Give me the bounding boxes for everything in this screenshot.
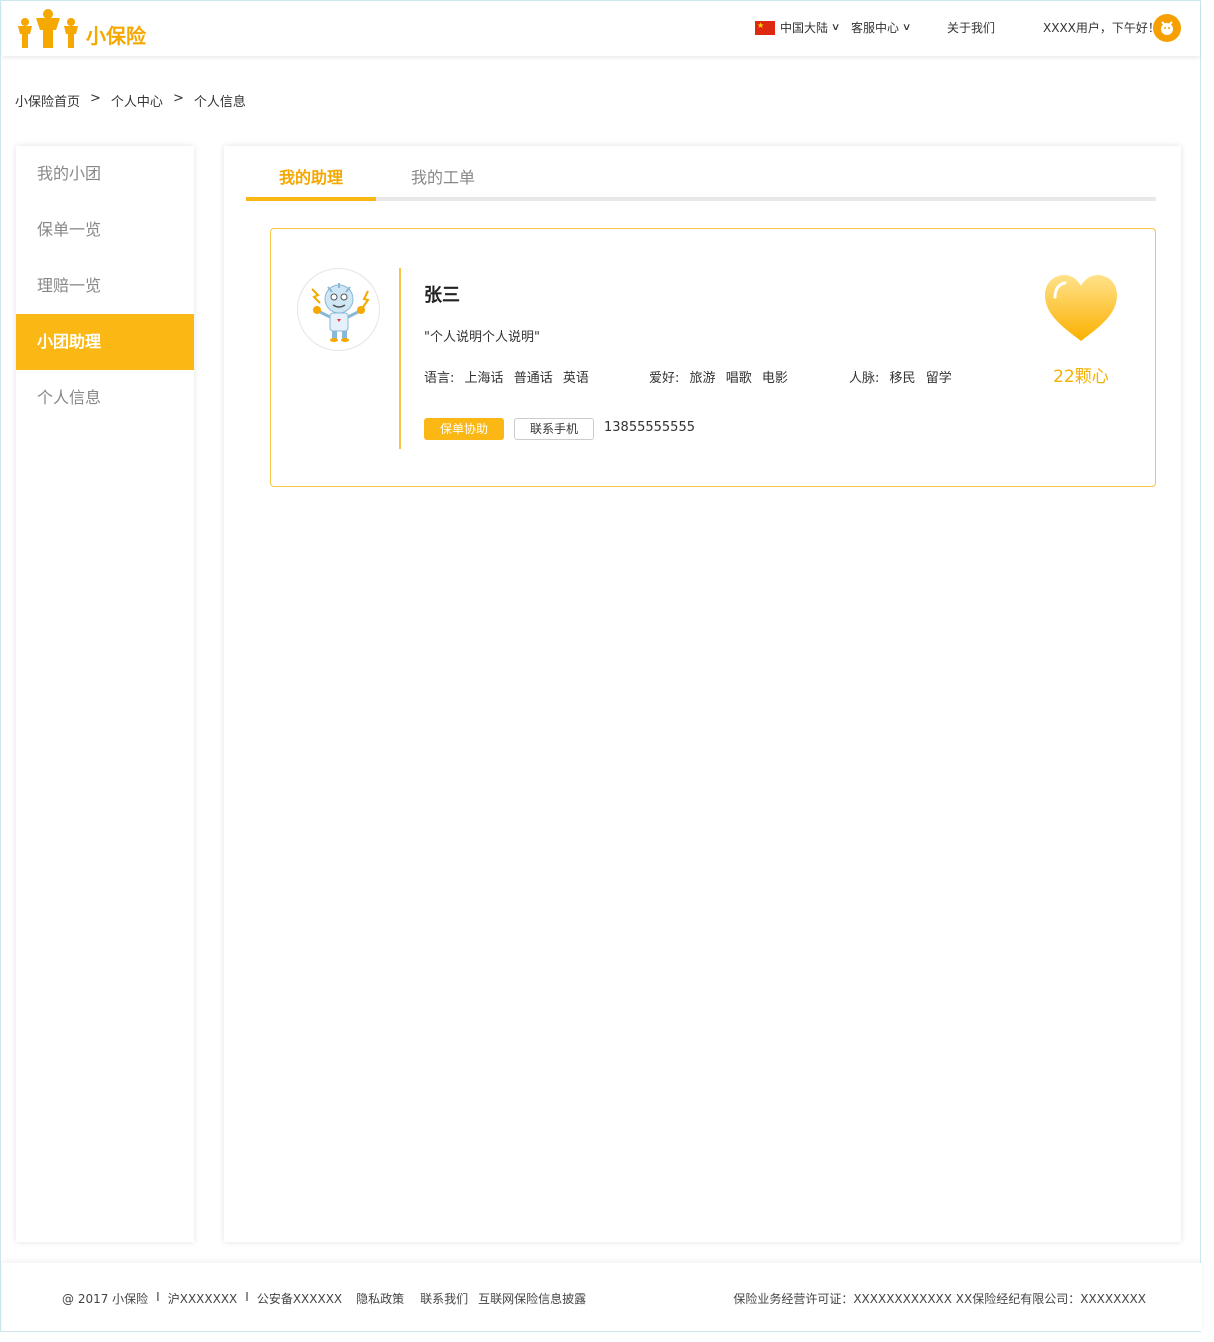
hobbies-row: 爱好: 旅游 唱歌 电影 — [649, 367, 794, 386]
logo[interactable]: 小保险 — [16, 8, 146, 52]
service-center-label: 客服中心 — [851, 21, 900, 35]
sidebar: 我的小团 保单一览 理赔一览 小团助理 个人信息 — [16, 146, 194, 1242]
divider — [399, 268, 401, 449]
phone-number: 13855555555 — [604, 420, 695, 435]
languages-label: 语言: — [424, 371, 455, 386]
assistant-card: 张三 "个人说明个人说明" 语言: 上海话 普通话 英语 爱好: 旅游 唱歌 电… — [270, 228, 1156, 487]
network-tag: 移民 — [889, 371, 916, 386]
language-tag: 上海话 — [464, 371, 504, 386]
main-panel: 我的助理 我的工单 张三 "个人说明个人说明" 语言: 上海话 普通话 英语 爱… — [224, 146, 1181, 1242]
page-frame: 小保险 中国大陆 ∨ 客服中心 ∨ 关于我们 XXXX用户，下午好！ 小保险首页… — [0, 0, 1202, 1332]
assistant-description: "个人说明个人说明" — [424, 330, 540, 345]
brand-name: 小保险 — [86, 23, 146, 48]
sidebar-item-claims[interactable]: 理赔一览 — [16, 258, 194, 314]
about-us-link[interactable]: 关于我们 — [947, 19, 995, 36]
assistant-name: 张三 — [424, 285, 460, 306]
robot-avatar-icon — [311, 283, 370, 342]
region-selector[interactable]: 中国大陆 ∨ — [755, 19, 841, 36]
languages-row: 语言: 上海话 普通话 英语 — [424, 367, 595, 386]
breadcrumb-center[interactable]: 个人中心 — [111, 91, 163, 110]
china-flag-icon — [755, 20, 775, 35]
hearts-count: 22颗心 — [1053, 367, 1109, 387]
active-tab-indicator — [246, 197, 376, 201]
breadcrumb-separator: > — [90, 91, 101, 106]
chevron-down-icon: ∨ — [830, 22, 841, 33]
language-tag: 普通话 — [513, 371, 553, 386]
footer-police-record[interactable]: 公安备XXXXXX — [257, 1290, 342, 1307]
sidebar-item-team-assistant[interactable]: 小团助理 — [16, 314, 194, 370]
tab-my-assistant[interactable]: 我的助理 — [279, 164, 343, 188]
hobbies-label: 爱好: — [649, 371, 680, 386]
policy-assist-button[interactable]: 保单协助 — [424, 418, 504, 440]
sidebar-item-policies[interactable]: 保单一览 — [16, 202, 194, 258]
family-logo-icon — [18, 9, 78, 48]
footer-separator: I — [156, 1290, 160, 1304]
tab-my-tickets[interactable]: 我的工单 — [411, 164, 475, 188]
service-center-menu[interactable]: 客服中心 ∨ — [851, 19, 912, 36]
footer-links: @ 2017 小保险 I 沪XXXXXXX I 公安备XXXXXX 隐私政策 联… — [62, 1290, 586, 1307]
top-header: 小保险 中国大陆 ∨ 客服中心 ∨ 关于我们 XXXX用户，下午好！ — [2, 2, 1200, 56]
footer-icp[interactable]: 沪XXXXXXX — [168, 1290, 238, 1307]
breadcrumb-separator: > — [172, 91, 184, 106]
chevron-down-icon: ∨ — [901, 22, 912, 33]
assistant-avatar — [297, 268, 380, 351]
footer-separator: I — [245, 1290, 249, 1304]
language-tag: 英语 — [562, 371, 589, 386]
footer-privacy-link[interactable]: 隐私政策 — [356, 1290, 404, 1307]
user-avatar[interactable] — [1153, 14, 1181, 42]
breadcrumb-current: 个人信息 — [193, 95, 246, 110]
hobby-tag: 唱歌 — [725, 371, 752, 386]
network-label: 人脉: — [849, 371, 880, 386]
footer-license: 保险业务经营许可证：XXXXXXXXXXXX XX保险经纪有限公司：XXXXXX… — [733, 1292, 1146, 1306]
sidebar-item-my-team[interactable]: 我的小团 — [16, 146, 194, 202]
network-row: 人脉: 移民 留学 — [849, 367, 958, 386]
footer-copyright: @ 2017 小保险 — [62, 1292, 149, 1306]
heart-icon[interactable] — [1043, 273, 1119, 345]
breadcrumb-home[interactable]: 小保险首页 — [15, 91, 80, 110]
hobby-tag: 电影 — [761, 371, 788, 386]
footer-contact-link[interactable]: 联系我们 — [420, 1290, 468, 1307]
footer-disclosure-link[interactable]: 互联网保险信息披露 — [478, 1290, 586, 1307]
contact-phone-button[interactable]: 联系手机 — [514, 418, 594, 440]
user-greeting: XXXX用户，下午好！ — [1043, 21, 1160, 35]
user-avatar-icon — [1157, 18, 1177, 38]
network-tag: 留学 — [925, 371, 952, 386]
tab-bar: 我的助理 我的工单 — [246, 146, 1156, 201]
sidebar-item-personal-info[interactable]: 个人信息 — [16, 370, 194, 426]
footer: @ 2017 小保险 I 沪XXXXXXX I 公安备XXXXXX 隐私政策 联… — [2, 1263, 1202, 1331]
region-label: 中国大陆 — [780, 21, 829, 35]
breadcrumb: 小保险首页 > 个人中心 > 个人信息 — [15, 91, 246, 110]
hobby-tag: 旅游 — [689, 371, 716, 386]
